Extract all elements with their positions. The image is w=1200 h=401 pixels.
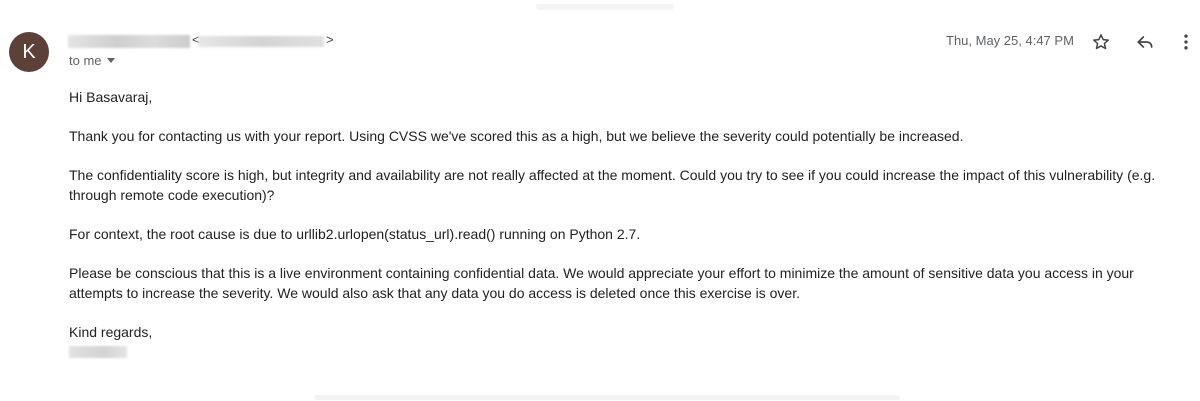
body-paragraph: The confidentiality score is high, but i… xyxy=(69,167,1156,203)
more-options-button[interactable] xyxy=(1174,30,1198,54)
more-vert-icon xyxy=(1184,34,1188,50)
body-paragraph: Thank you for contacting us with your re… xyxy=(69,128,964,144)
chevron-down-icon xyxy=(106,58,115,63)
greeting: Hi Basavaraj, xyxy=(69,89,153,105)
sender-email-redacted xyxy=(198,36,324,47)
star-button[interactable] xyxy=(1089,30,1113,54)
reply-icon xyxy=(1137,36,1153,48)
message-date: Thu, May 25, 4:47 PM xyxy=(946,33,1074,48)
bottom-scroll-indicator xyxy=(314,395,900,400)
recipient-label: to me xyxy=(69,53,102,68)
star-icon xyxy=(1093,34,1109,50)
sender-email-close-bracket: > xyxy=(326,32,334,47)
recipient-details-toggle[interactable]: to me xyxy=(69,53,115,68)
message-body: Hi Basavaraj, Thank you for contacting u… xyxy=(69,87,1159,358)
body-paragraph: Please be conscious that this is a live … xyxy=(69,265,1134,301)
closing: Kind regards, xyxy=(69,324,153,340)
top-divider xyxy=(536,4,674,10)
body-paragraph: For context, the root cause is due to ur… xyxy=(69,226,641,242)
sender-avatar[interactable]: K xyxy=(9,32,49,72)
sender-name-redacted xyxy=(68,35,190,48)
reply-button[interactable] xyxy=(1133,30,1157,54)
signature-redacted xyxy=(69,346,127,358)
